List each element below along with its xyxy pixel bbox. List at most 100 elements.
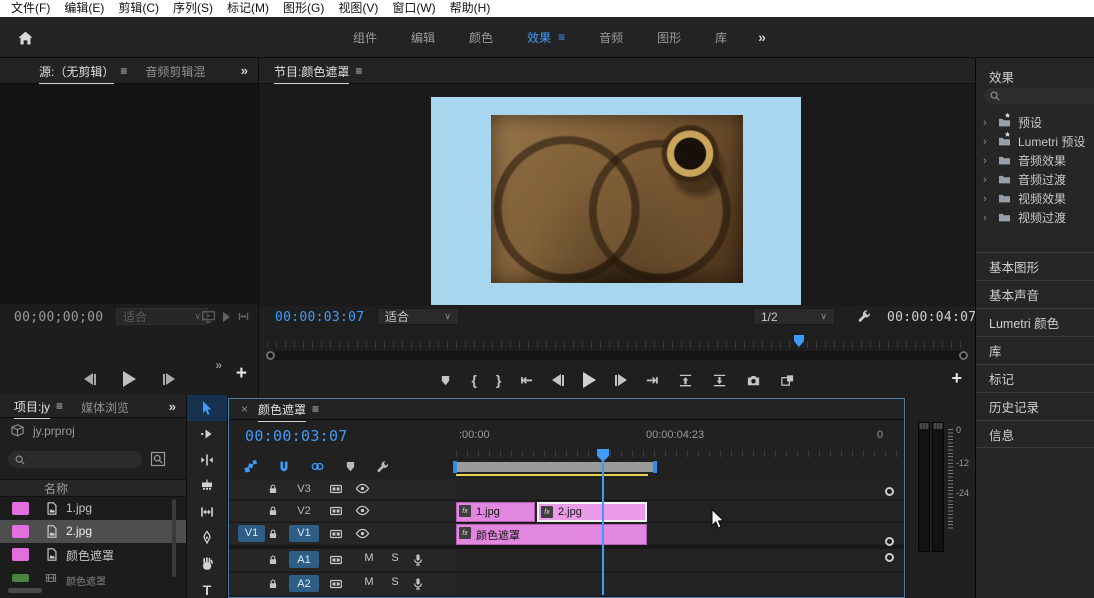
effects-search-input[interactable] xyxy=(984,88,1094,104)
eye-icon[interactable] xyxy=(355,481,370,496)
timeline-playhead-line[interactable] xyxy=(602,459,604,595)
drag-video-icon[interactable] xyxy=(201,309,216,324)
menu-graphics[interactable]: 图形(G) xyxy=(276,0,331,17)
ripple-edit-tool[interactable] xyxy=(187,447,227,473)
workspace-libraries[interactable]: 库 xyxy=(698,29,744,46)
timeline-timecode[interactable]: 00:00:03:07 xyxy=(245,427,348,445)
workspace-editing[interactable]: 编辑 xyxy=(394,29,452,46)
track-a2-lane[interactable] xyxy=(456,573,904,595)
workspace-graphics[interactable]: 图形 xyxy=(640,29,698,46)
new-search-bin-button[interactable] xyxy=(150,451,167,468)
step-forward-button[interactable] xyxy=(615,374,627,386)
effects-folder-audio-transitions[interactable]: › 音频过渡 xyxy=(976,170,1094,189)
tab-essential-graphics[interactable]: 基本图形 xyxy=(976,252,1094,280)
track-v3-label[interactable]: V3 xyxy=(289,480,319,497)
lock-icon[interactable] xyxy=(267,528,279,540)
timeline-scroll-knob[interactable] xyxy=(885,553,894,562)
scrollbar-left-knob[interactable] xyxy=(266,351,275,360)
timeline-scroll-knob[interactable] xyxy=(885,537,894,546)
tab-info[interactable]: 信息 xyxy=(976,420,1094,448)
source-tab-overflow[interactable]: » xyxy=(231,63,258,78)
source-patch-icon[interactable] xyxy=(329,482,343,496)
tab-history[interactable]: 历史记录 xyxy=(976,392,1094,420)
clip-2jpg-selected[interactable]: fx 2.jpg xyxy=(537,502,647,522)
clip-color-matte[interactable]: fx 颜色遮罩 xyxy=(456,524,647,545)
program-zoom-select[interactable]: 适合∨ xyxy=(377,308,459,325)
lock-icon[interactable] xyxy=(267,578,279,590)
tab-lumetri-color[interactable]: Lumetri 颜色 xyxy=(976,308,1094,336)
project-row-color-matte[interactable]: 颜色遮罩 xyxy=(0,543,186,566)
effects-folder-lumetri-presets[interactable]: › Lumetri 预设 xyxy=(976,132,1094,151)
tab-media-browser[interactable]: 媒体浏览 xyxy=(72,395,138,417)
track-v2-label[interactable]: V2 xyxy=(289,502,319,519)
clip-1jpg[interactable]: fx 1.jpg xyxy=(456,502,535,522)
column-header-name[interactable]: 名称 xyxy=(0,479,186,497)
workspace-assembly[interactable]: 组件 xyxy=(336,29,394,46)
panel-menu-icon[interactable]: ≡ xyxy=(355,64,362,78)
program-settings-wrench-icon[interactable] xyxy=(857,309,872,324)
play-button[interactable] xyxy=(123,371,136,387)
program-zoom-scrollbar[interactable] xyxy=(267,351,967,360)
track-v1-label[interactable]: V1 xyxy=(289,525,319,542)
solo-button[interactable]: S xyxy=(387,552,403,564)
label-swatch[interactable] xyxy=(12,525,29,538)
hand-tool[interactable] xyxy=(187,551,227,577)
effects-folder-video-effects[interactable]: › 视频效果 xyxy=(976,189,1094,208)
step-forward-button[interactable] xyxy=(163,373,175,385)
track-a1-label[interactable]: A1 xyxy=(289,551,319,568)
linked-selection-icon[interactable] xyxy=(310,459,325,474)
tab-audio-clip-mixer[interactable]: 音频剪辑混 xyxy=(136,58,214,83)
source-button-editor-plus[interactable]: + xyxy=(236,363,247,385)
source-patch-icon[interactable] xyxy=(329,504,343,518)
timeline-ruler[interactable]: :00:00 00:00:04:23 0 xyxy=(456,423,904,457)
mic-icon[interactable] xyxy=(411,577,425,591)
work-area-bar[interactable] xyxy=(456,462,654,472)
label-swatch[interactable] xyxy=(12,502,29,515)
step-back-button[interactable] xyxy=(84,373,96,385)
track-a2-label[interactable]: A2 xyxy=(289,575,319,592)
menu-edit[interactable]: 编辑(E) xyxy=(57,0,111,17)
button-editor-icon[interactable] xyxy=(237,310,250,323)
project-row-2jpg[interactable]: 2.jpg xyxy=(0,520,186,543)
home-button[interactable] xyxy=(13,26,37,50)
program-playhead[interactable] xyxy=(794,335,804,347)
menu-window[interactable]: 窗口(W) xyxy=(385,0,442,17)
tab-project[interactable]: 项目:jy≡ xyxy=(5,395,72,417)
pen-tool[interactable] xyxy=(187,525,227,551)
menu-sequence[interactable]: 序列(S) xyxy=(166,0,220,17)
source-patch-icon[interactable] xyxy=(329,577,343,591)
snap-magnet-icon[interactable] xyxy=(277,460,291,474)
label-swatch[interactable] xyxy=(12,548,29,561)
source-patch-v1-badge[interactable]: V1 xyxy=(238,525,265,542)
mic-icon[interactable] xyxy=(411,553,425,567)
menu-file[interactable]: 文件(F) xyxy=(4,0,57,17)
mute-button[interactable]: M xyxy=(361,552,377,564)
go-to-out-button[interactable]: ⇥ xyxy=(646,371,659,389)
project-horizontal-scrollbar[interactable] xyxy=(8,588,42,593)
panel-menu-icon[interactable]: ≡ xyxy=(56,399,63,413)
workspace-audio[interactable]: 音频 xyxy=(582,29,640,46)
tab-source-monitor[interactable]: 源:（无剪辑）≡ xyxy=(30,58,136,83)
razor-tool[interactable] xyxy=(187,473,227,499)
program-timecode[interactable]: 00:00:03:07 xyxy=(275,310,364,325)
project-search-input[interactable] xyxy=(8,451,142,468)
source-patch-icon[interactable] xyxy=(329,527,343,541)
tab-essential-sound[interactable]: 基本声音 xyxy=(976,280,1094,308)
mark-out-button[interactable]: } xyxy=(496,372,501,388)
timeline-scroll-knob[interactable] xyxy=(885,487,894,496)
add-marker-icon[interactable] xyxy=(344,460,357,473)
scrollbar-right-knob[interactable] xyxy=(959,351,968,360)
source-patch-icon[interactable] xyxy=(329,553,343,567)
tab-markers[interactable]: 标记 xyxy=(976,364,1094,392)
workspace-color[interactable]: 颜色 xyxy=(452,29,510,46)
program-resolution-select[interactable]: 1/2∨ xyxy=(753,308,835,325)
source-more-buttons[interactable]: » xyxy=(215,358,222,372)
chevron-right-icon[interactable]: › xyxy=(983,193,991,205)
program-scrub-ruler[interactable] xyxy=(267,335,967,348)
eye-icon[interactable] xyxy=(355,503,370,518)
close-icon[interactable]: × xyxy=(237,402,252,416)
go-to-in-button[interactable]: ⇤ xyxy=(520,371,533,389)
step-back-button[interactable] xyxy=(552,374,564,386)
tab-sequence[interactable]: 颜色遮罩≡ xyxy=(254,399,323,419)
menu-clip[interactable]: 剪辑(C) xyxy=(111,0,166,17)
